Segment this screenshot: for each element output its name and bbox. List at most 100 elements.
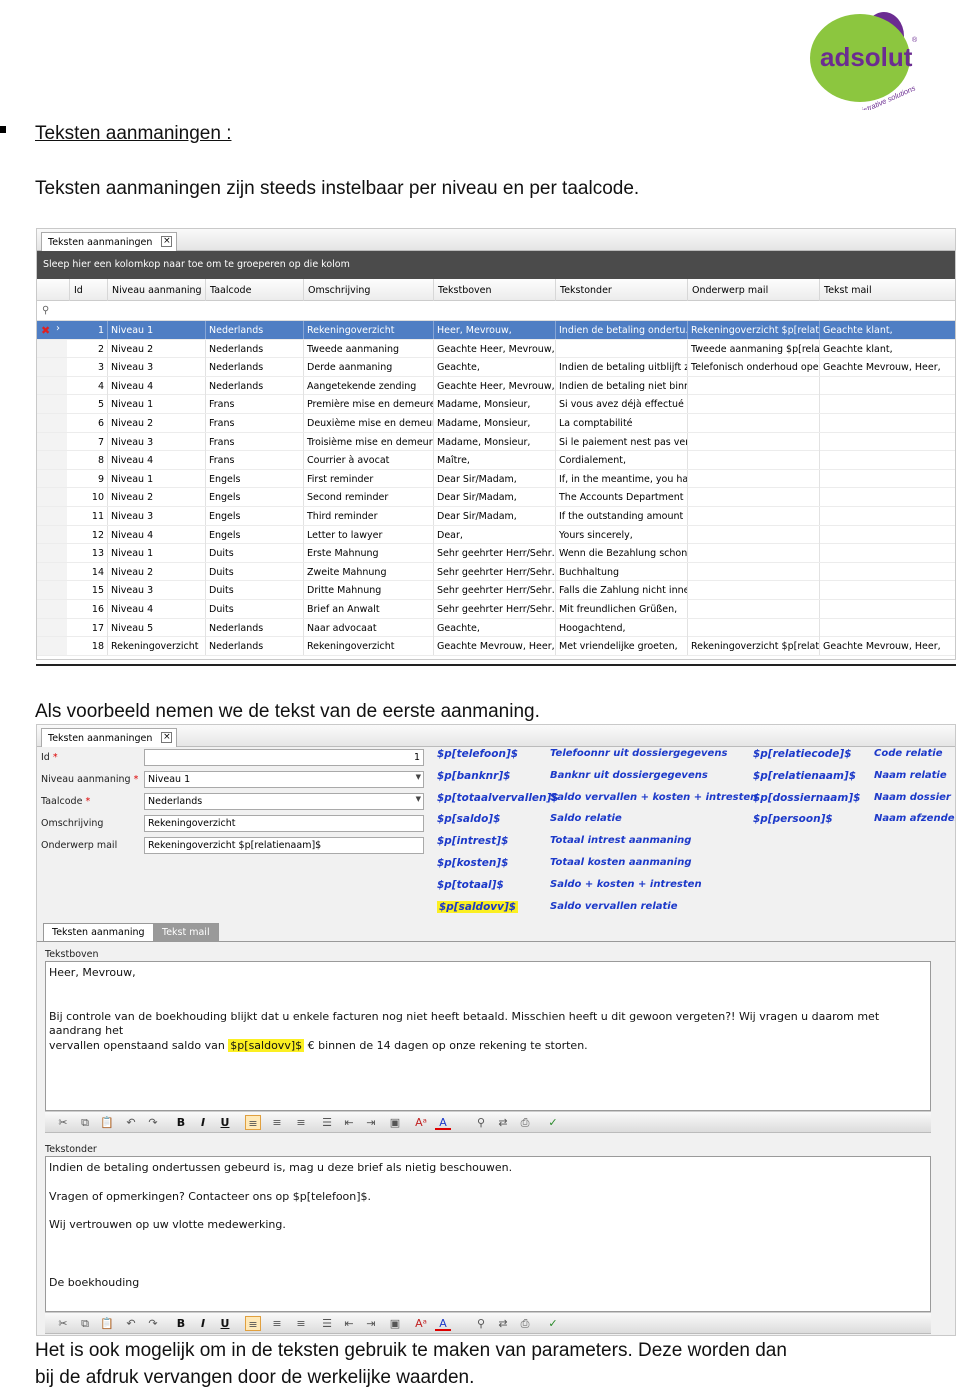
cell-taalcode[interactable]: Duits [205,600,303,618]
tekstonder-editor[interactable]: Indien de betaling ondertussen gebeurd i… [45,1156,931,1312]
underline-icon[interactable]: U [217,1115,233,1130]
cell-id[interactable]: 10 [69,488,107,506]
cell-id[interactable]: 6 [69,414,107,432]
cell-tekstonder[interactable]: Mit freundlichen Grüßen, [555,600,687,618]
cell-id[interactable]: 18 [69,637,107,655]
cell-tekstboven[interactable]: Sehr geehrter Herr/Sehr… [433,562,555,581]
table-row[interactable]: 7 Niveau 3 Frans Troisième mise en demeure M… [37,432,955,452]
cell-onderwerp-mail[interactable] [687,469,819,488]
cell-onderwerp-mail[interactable] [687,562,819,581]
cell-omschrijving[interactable]: Letter to lawyer [303,525,433,544]
cell-tekstboven[interactable]: Geachte Mevrouw, Heer, [433,637,555,656]
cell-omschrijving[interactable]: Première mise en demeure [303,395,433,414]
cell-taalcode[interactable]: Engels [205,525,303,544]
cell-omschrijving[interactable]: First reminder [303,469,433,488]
cell-taalcode[interactable]: Engels [205,507,303,525]
cell-onderwerp-mail[interactable]: Telefonisch onderhoud ope… [687,358,819,377]
cell-taalcode[interactable]: Duits [205,544,303,563]
cell-tekstboven[interactable]: Dear Sir/Madam, [433,507,555,525]
outdent-icon[interactable]: ⇤ [341,1316,357,1331]
close-icon[interactable]: × [161,236,173,247]
cell-id[interactable]: 1 [69,321,107,339]
cell-tekstonder[interactable]: If the outstanding amount i… [555,507,687,525]
cell-taalcode[interactable]: Nederlands [205,358,303,377]
cell-niveau[interactable]: Niveau 2 [107,339,205,358]
cell-onderwerp-mail[interactable] [687,600,819,618]
cell-onderwerp-mail[interactable]: Tweede aanmaning $p[rela… [687,339,819,358]
cell-tekstboven[interactable]: Sehr geehrter Herr/Sehr… [433,581,555,600]
align-right-icon[interactable]: ≡ [293,1316,309,1331]
cell-niveau[interactable]: Niveau 4 [107,376,205,395]
cell-tekstonder[interactable] [555,339,687,358]
find-icon[interactable]: ⚲ [473,1316,489,1331]
cell-onderwerp-mail[interactable] [687,618,819,637]
align-center-icon[interactable]: ≡ [269,1316,285,1331]
filter-row[interactable]: ⚲ [37,301,955,321]
cell-taalcode[interactable]: Frans [205,414,303,432]
cell-tekstboven[interactable]: Heer, Mevrouw, [433,321,555,339]
table-row[interactable]: 2 Niveau 2 Nederlands Tweede aanmaning Geach… [37,339,955,359]
spell-check-icon[interactable]: ✓ [545,1115,561,1130]
italic-icon[interactable]: I [195,1115,211,1130]
table-row[interactable]: 11 Niveau 3 Engels Third reminder Dear Sir/M… [37,507,955,526]
cell-niveau[interactable]: Niveau 3 [107,507,205,525]
undo-icon[interactable]: ↶ [123,1115,139,1130]
cell-omschrijving[interactable]: Rekeningoverzicht [303,637,433,656]
cell-tekst-mail[interactable]: Geachte Mevrouw, Heer, [819,358,955,377]
redo-icon[interactable]: ↷ [145,1316,161,1331]
cell-omschrijving[interactable]: Naar advocaat [303,618,433,637]
table-row[interactable]: 17 Niveau 5 Nederlands Naar advocaat Geachte… [37,618,955,638]
cell-tekstonder[interactable]: Buchhaltung [555,562,687,581]
table-row[interactable]: 9 Niveau 1 Engels First reminder Dear Sir/Ma… [37,469,955,489]
table-row[interactable]: 12 Niveau 4 Engels Letter to lawyer Dear, You… [37,525,955,545]
cell-tekst-mail[interactable]: Geachte Mevrouw, Heer, [819,637,955,656]
tab-teksten-aanmaningen[interactable]: Teksten aanmaningen × [41,232,178,251]
cell-onderwerp-mail[interactable] [687,376,819,395]
bold-icon[interactable]: B [173,1316,189,1331]
table-row[interactable]: 10 Niveau 2 Engels Second reminder Dear Sir/… [37,488,955,507]
cell-tekstonder[interactable]: Met vriendelijke groeten, [555,637,687,656]
cell-id[interactable]: 8 [69,451,107,469]
cell-id[interactable]: 4 [69,377,107,395]
cell-tekstonder[interactable]: If, in the meantime, you ha… [555,469,687,488]
cell-omschrijving[interactable]: Second reminder [303,488,433,507]
cell-niveau[interactable]: Niveau 3 [107,581,205,600]
cell-tekst-mail[interactable] [819,507,955,525]
cell-tekst-mail[interactable]: Geachte klant, [819,339,955,358]
cell-tekst-mail[interactable] [819,469,955,488]
outdent-icon[interactable]: ⇤ [341,1115,357,1130]
cell-id[interactable]: 7 [69,433,107,451]
cell-niveau[interactable]: Niveau 3 [107,358,205,377]
table-row[interactable]: 15 Niveau 3 Duits Dritte Mahnung Sehr geehrt… [37,581,955,600]
cell-omschrijving[interactable]: Aangetekende zending [303,376,433,395]
paste-icon[interactable]: 📋 [99,1115,115,1130]
cell-id[interactable]: 2 [69,340,107,358]
table-row[interactable]: 14 Niveau 2 Duits Zweite Mahnung Sehr geehrt… [37,562,955,582]
filter-icon[interactable]: ⚲ [42,305,49,316]
cell-taalcode[interactable]: Duits [205,562,303,581]
cell-niveau[interactable]: Rekeningoverzicht [107,637,205,656]
cell-tekst-mail[interactable] [819,600,955,618]
table-row[interactable]: 13 Niveau 1 Duits Erste Mahnung Sehr geehrte… [37,544,955,563]
cell-omschrijving[interactable]: Tweede aanmaning [303,339,433,358]
cell-tekstonder[interactable]: Si vous avez déjà effectué … [555,395,687,414]
cell-omschrijving[interactable]: Derde aanmaning [303,358,433,377]
align-left-icon[interactable]: ≡ [245,1316,261,1331]
cut-icon[interactable]: ✂ [55,1115,71,1130]
cell-tekst-mail[interactable] [819,376,955,395]
cell-omschrijving[interactable]: Deuxième mise en demeure [303,414,433,432]
cell-omschrijving[interactable]: Erste Mahnung [303,544,433,563]
indent-icon[interactable]: ⇥ [363,1115,379,1130]
redo-icon[interactable]: ↷ [145,1115,161,1130]
table-row[interactable]: ✖ › 1 Niveau 1 Nederlands Rekeningoverzicht He… [37,321,955,340]
cell-id[interactable]: 13 [69,544,107,562]
cell-id[interactable]: 12 [69,526,107,544]
table-row[interactable]: 4 Niveau 4 Nederlands Aangetekende zending G… [37,376,955,396]
cell-niveau[interactable]: Niveau 1 [107,395,205,414]
cell-tekstboven[interactable]: Madame, Monsieur, [433,395,555,414]
cell-tekstboven[interactable]: Madame, Monsieur, [433,432,555,451]
cell-omschrijving[interactable]: Third reminder [303,507,433,525]
cell-taalcode[interactable]: Nederlands [205,321,303,339]
cell-id[interactable]: 9 [69,470,107,488]
cell-id[interactable]: 14 [69,563,107,581]
